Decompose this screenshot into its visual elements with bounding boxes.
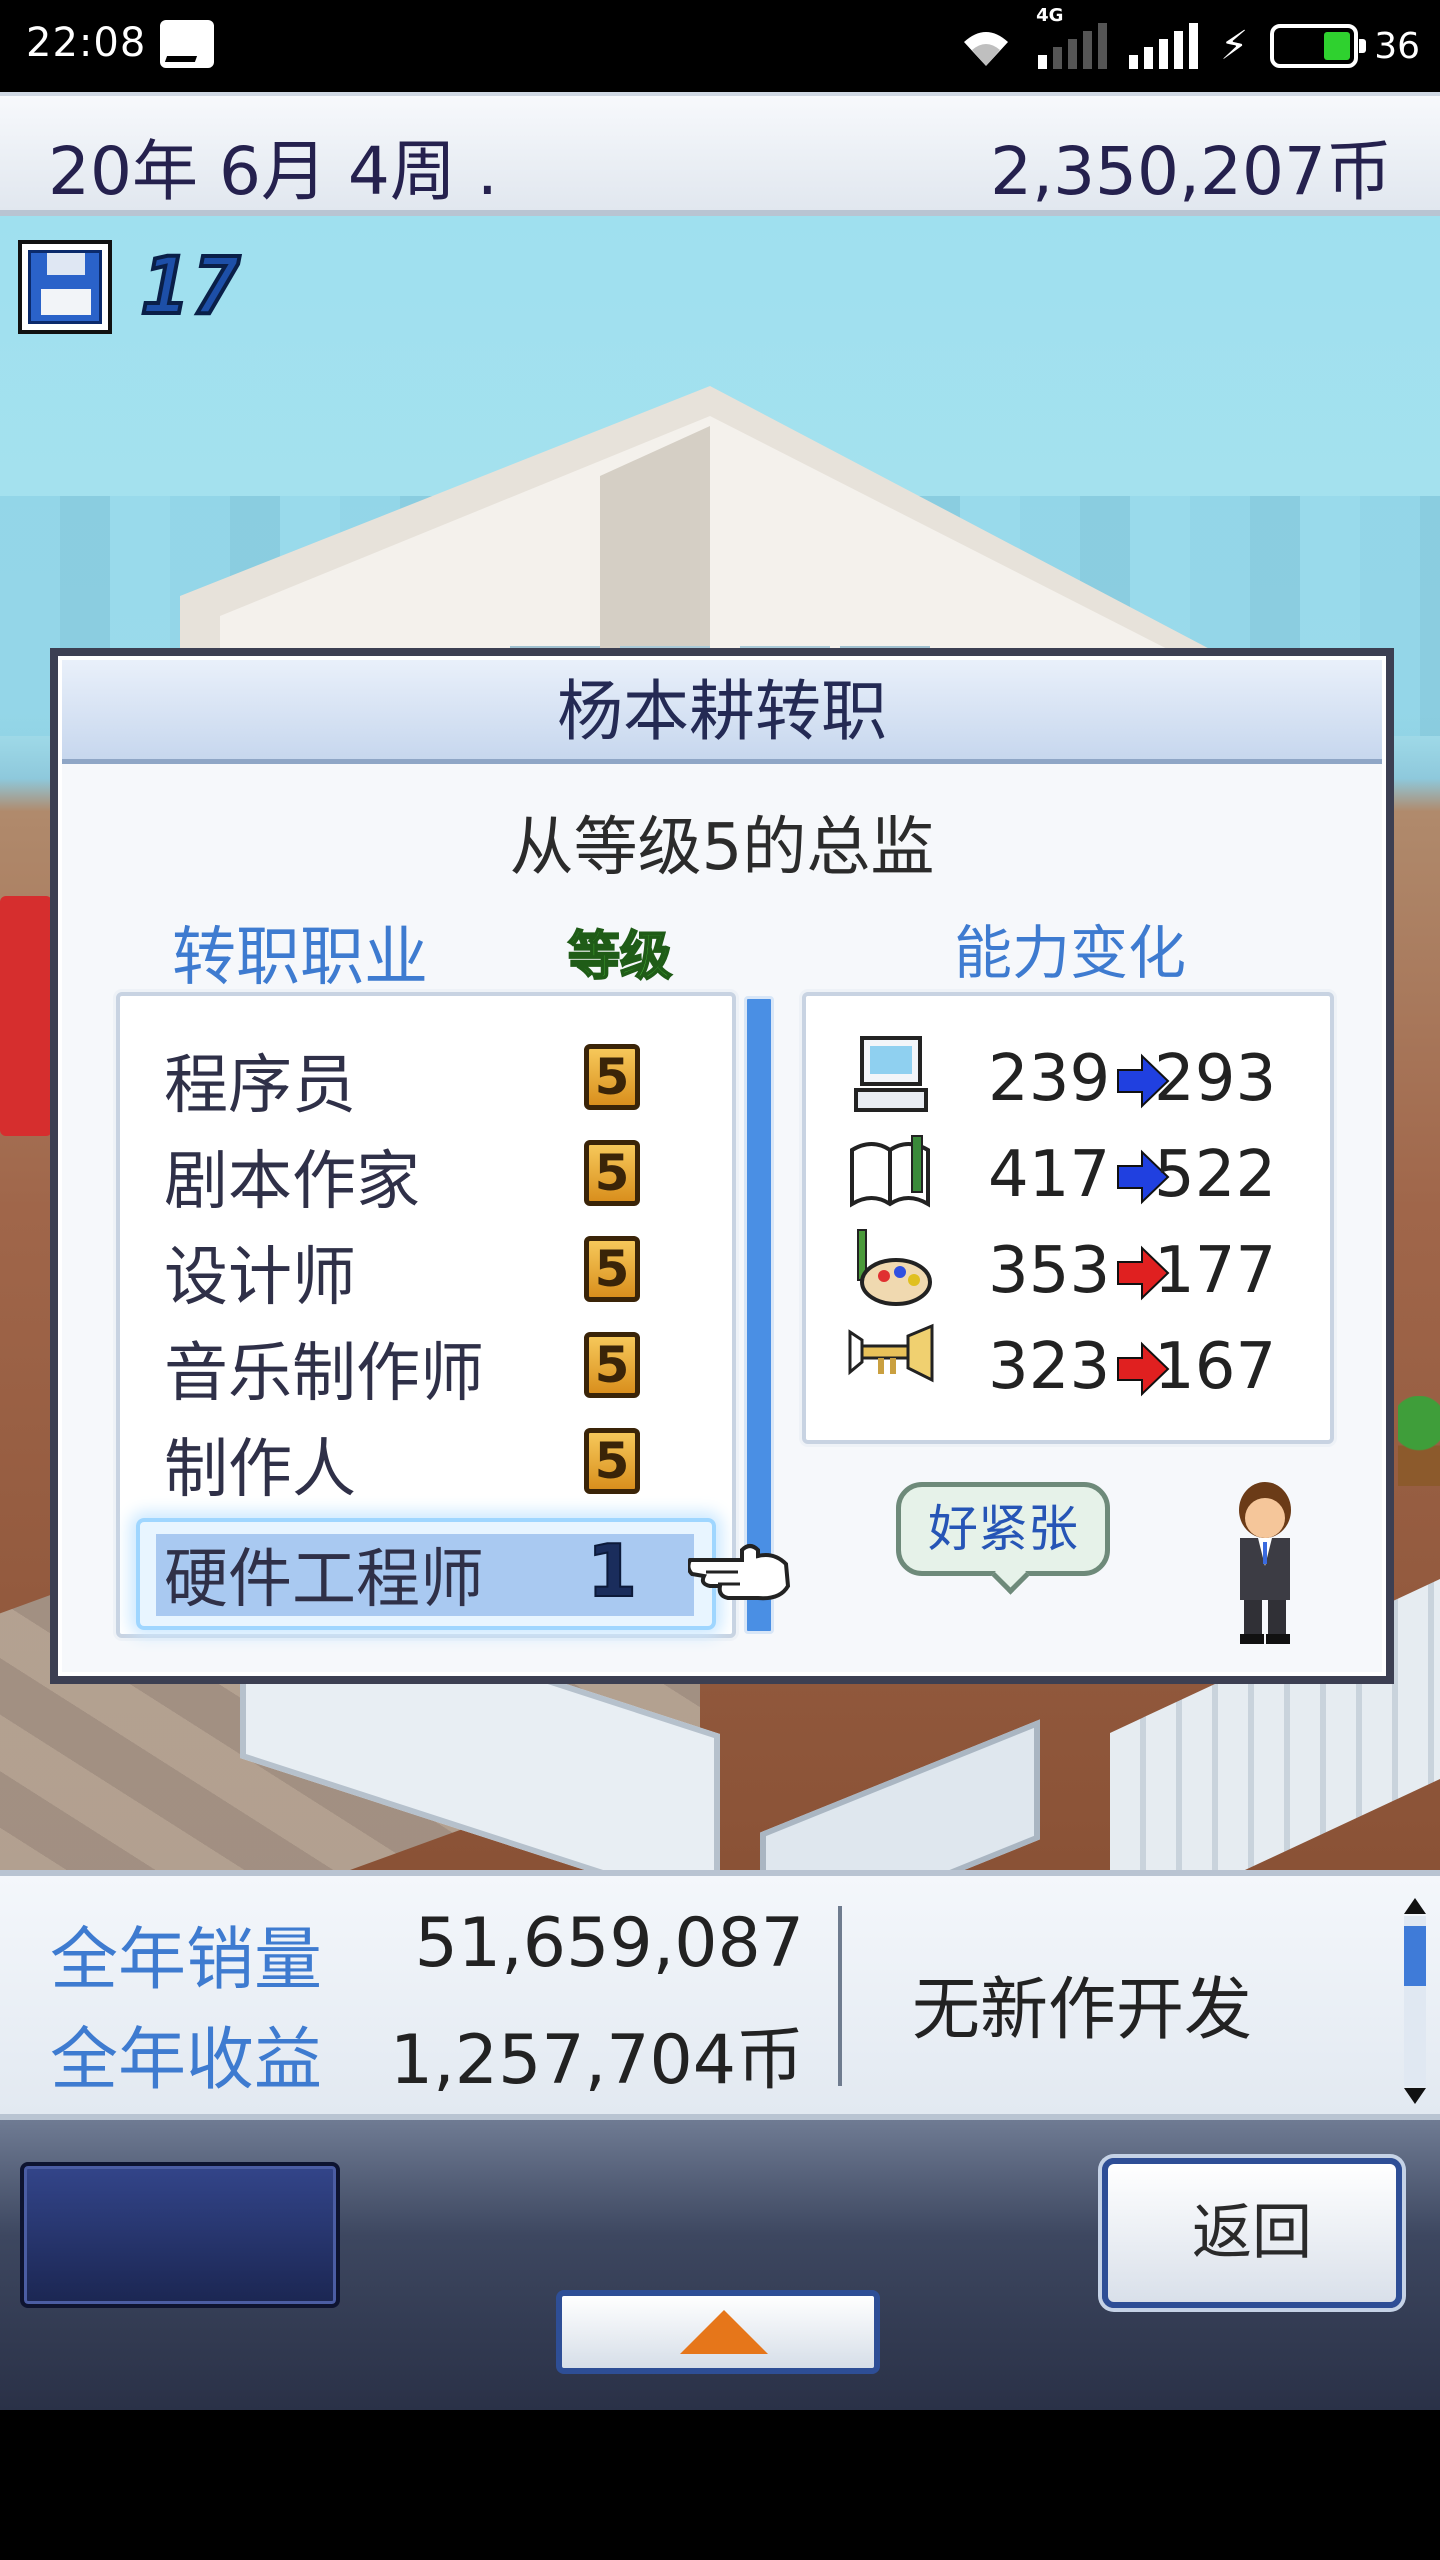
ability-from: 417 xyxy=(988,1138,1111,1212)
ability-to: 177 xyxy=(1154,1234,1277,1308)
trumpet-icon xyxy=(848,1323,934,1383)
job-name: 音乐制作师 xyxy=(164,1337,484,1411)
job-item-hardware-engineer[interactable]: 硬件工程师 1 xyxy=(164,1528,724,1617)
annual-sales-label: 全年销量 xyxy=(50,1921,323,2000)
development-status: 无新作开发 xyxy=(912,1971,1253,2050)
system-nav-bar xyxy=(0,2410,1440,2560)
job-name: 程序员 xyxy=(164,1049,356,1123)
ability-from: 239 xyxy=(988,1042,1111,1116)
floppy-disk-icon[interactable] xyxy=(18,240,112,334)
scroll-down-icon[interactable] xyxy=(1402,2086,1428,2106)
menu-button[interactable] xyxy=(20,2162,340,2308)
battery-icon xyxy=(1270,24,1367,68)
ability-from: 323 xyxy=(988,1330,1111,1404)
level-badge: 5 xyxy=(584,1332,640,1398)
ability-to: 293 xyxy=(1154,1042,1277,1116)
job-item-designer[interactable]: 设计师 5 xyxy=(164,1226,724,1315)
computer-icon xyxy=(854,1036,928,1112)
divider xyxy=(838,1906,842,2086)
plant xyxy=(1398,1396,1440,1486)
ability-row-scenario: 417 522 xyxy=(848,1130,1328,1220)
palette-icon xyxy=(857,1229,932,1306)
job-list-header: 转职职业 xyxy=(172,921,428,995)
status-time: 22:08 xyxy=(26,20,147,66)
job-item-sound-engineer[interactable]: 音乐制作师 5 xyxy=(164,1322,724,1411)
job-name: 剧本作家 xyxy=(164,1145,420,1219)
triangle-up-icon xyxy=(680,2310,768,2354)
money-counter: 2,350,207币 xyxy=(990,133,1392,210)
job-item-programmer[interactable]: 程序员 5 xyxy=(164,1034,724,1123)
game-date: 20年 6月 4周 . xyxy=(48,133,498,210)
control-bar: 返回 xyxy=(0,2120,1440,2410)
annual-revenue-label: 全年收益 xyxy=(50,2021,323,2100)
save-indicator[interactable]: 17 xyxy=(18,240,244,334)
scroll-up-icon[interactable] xyxy=(1402,1896,1428,1916)
signal-bars-icon xyxy=(1129,23,1199,69)
notification-icon xyxy=(160,20,214,68)
expand-up-button[interactable] xyxy=(556,2290,880,2374)
dialog-subtitle: 从等级5的总监 xyxy=(509,811,935,885)
level-header: 等级 xyxy=(567,926,673,988)
ability-row-sound: 323 167 xyxy=(848,1322,1328,1412)
ability-to: 522 xyxy=(1154,1138,1277,1212)
job-name: 设计师 xyxy=(164,1241,356,1315)
status-icons: 4G ⚡ 36 xyxy=(956,5,1420,76)
ability-header: 能力变化 xyxy=(954,919,1187,987)
charging-icon: ⚡ xyxy=(1220,23,1249,69)
status-bar: 22:08 4G ⚡ 36 xyxy=(0,0,1440,92)
job-change-dialog: 杨本耕转职 从等级5的总监 转职职业 等级 能力变化 程序员 5 剧本作家 5 … xyxy=(50,648,1394,1684)
annual-sales-value: 51,659,087 xyxy=(414,1904,804,1983)
book-icon xyxy=(850,1135,930,1208)
job-name: 制作人 xyxy=(164,1433,356,1507)
signal-4g-icon: 4G xyxy=(1036,5,1108,69)
level-badge: 5 xyxy=(584,1428,640,1494)
sales-scrollbar[interactable] xyxy=(1402,1896,1428,2106)
scrollbar-thumb[interactable] xyxy=(1404,1926,1426,1986)
ability-row-programming: 239 293 xyxy=(848,1034,1328,1124)
ability-row-graphics: 353 177 xyxy=(848,1226,1328,1316)
wifi-icon xyxy=(956,22,1016,70)
dialog-title: 杨本耕转职 xyxy=(62,660,1382,764)
speech-bubble: 好紧张 xyxy=(896,1482,1110,1576)
level-badge: 5 xyxy=(584,1236,640,1302)
job-name: 硬件工程师 xyxy=(164,1543,484,1617)
sales-panel: 全年销量 51,659,087 全年收益 1,257,704币 无新作开发 xyxy=(0,1870,1440,2120)
level-badge: 5 xyxy=(584,1044,640,1110)
desk xyxy=(760,1719,1040,1870)
vending-machine xyxy=(0,896,52,1136)
job-item-scenario-writer[interactable]: 剧本作家 5 xyxy=(164,1130,724,1219)
pointing-hand-icon xyxy=(688,1544,791,1601)
employee-avatar xyxy=(1239,1482,1291,1644)
annual-revenue-value: 1,257,704币 xyxy=(389,2021,804,2100)
ability-to: 167 xyxy=(1154,1330,1277,1404)
back-button[interactable]: 返回 xyxy=(1102,2158,1402,2308)
network-label: 4G xyxy=(1036,5,1064,26)
battery-percent: 36 xyxy=(1374,25,1420,67)
job-item-producer[interactable]: 制作人 5 xyxy=(164,1418,724,1507)
level-badge: 1 xyxy=(584,1534,640,1608)
top-info-bar: 20年 6月 4周 . 2,350,207币 xyxy=(0,92,1440,216)
level-badge: 5 xyxy=(584,1140,640,1206)
save-count: 17 xyxy=(140,240,244,334)
ability-from: 353 xyxy=(988,1234,1111,1308)
